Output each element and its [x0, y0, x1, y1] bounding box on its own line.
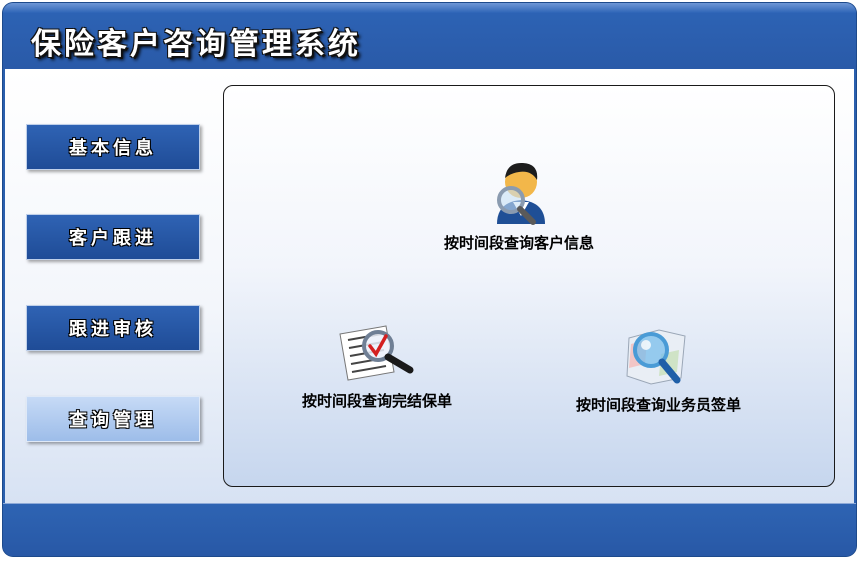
footer-bar	[3, 503, 856, 556]
query-completed-policy-link[interactable]: 按时间段查询完结保单	[302, 324, 452, 411]
nav-button-basic-info[interactable]: 基本信息	[26, 124, 200, 170]
nav-label: 基本信息	[69, 138, 157, 159]
document-check-search-icon	[339, 325, 414, 381]
nav-button-query-management[interactable]: 查询管理	[26, 396, 200, 442]
feature-label: 按时间段查询业务员签单	[576, 396, 742, 414]
header-bar: 保险客户咨询管理系统	[3, 3, 856, 69]
app-title: 保险客户咨询管理系统	[31, 27, 361, 62]
nav-button-customer-followup[interactable]: 客户跟进	[26, 214, 200, 260]
feature-label: 按时间段查询完结保单	[302, 392, 453, 410]
query-salesperson-signing-link[interactable]: 按时间段查询业务员签单	[576, 324, 741, 415]
header-sheen	[3, 3, 856, 13]
query-customer-info-link[interactable]: 按时间段查询客户信息	[444, 154, 594, 253]
app-window: 保险客户咨询管理系统 基本信息 客户跟进 跟进审核 查询管理 按时间段查询客户信…	[3, 3, 856, 556]
nav-label: 客户跟进	[69, 228, 157, 249]
feature-label: 按时间段查询客户信息	[444, 234, 595, 252]
content-area: 基本信息 客户跟进 跟进审核 查询管理 按时间段查询客户信息 按时间段查询完结保…	[5, 69, 854, 503]
nav-button-followup-review[interactable]: 跟进审核	[26, 305, 200, 351]
map-search-icon	[625, 329, 686, 385]
nav-label: 跟进审核	[69, 319, 157, 340]
nav-label: 查询管理	[69, 410, 157, 431]
user-search-icon	[497, 162, 545, 225]
query-panel: 按时间段查询客户信息 按时间段查询完结保单 按时间段查询业务员签单	[223, 85, 835, 487]
